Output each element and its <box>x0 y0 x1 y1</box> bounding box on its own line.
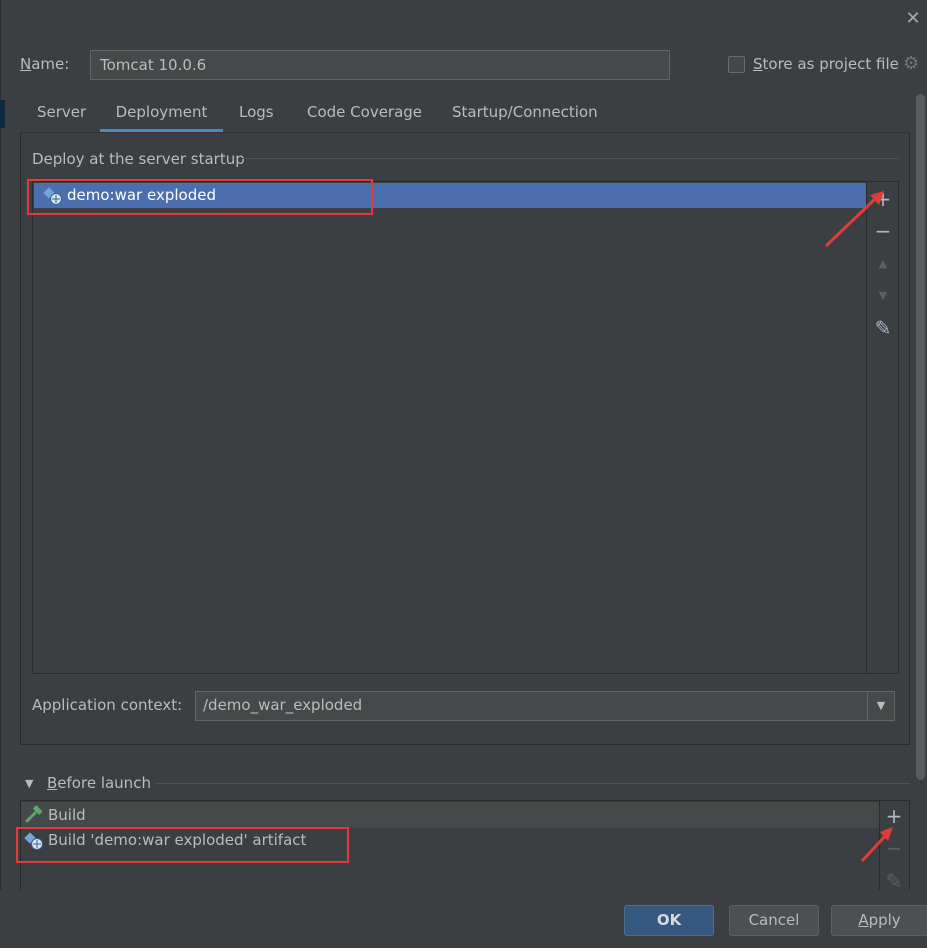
apply-button[interactable]: Apply <box>831 905 927 936</box>
annotation-arrow-icon <box>824 191 884 248</box>
annotation-arrows <box>824 191 893 863</box>
annotation-arrow-icon <box>860 827 893 863</box>
ok-button[interactable]: OK <box>624 905 714 936</box>
cancel-button[interactable]: Cancel <box>729 905 819 936</box>
